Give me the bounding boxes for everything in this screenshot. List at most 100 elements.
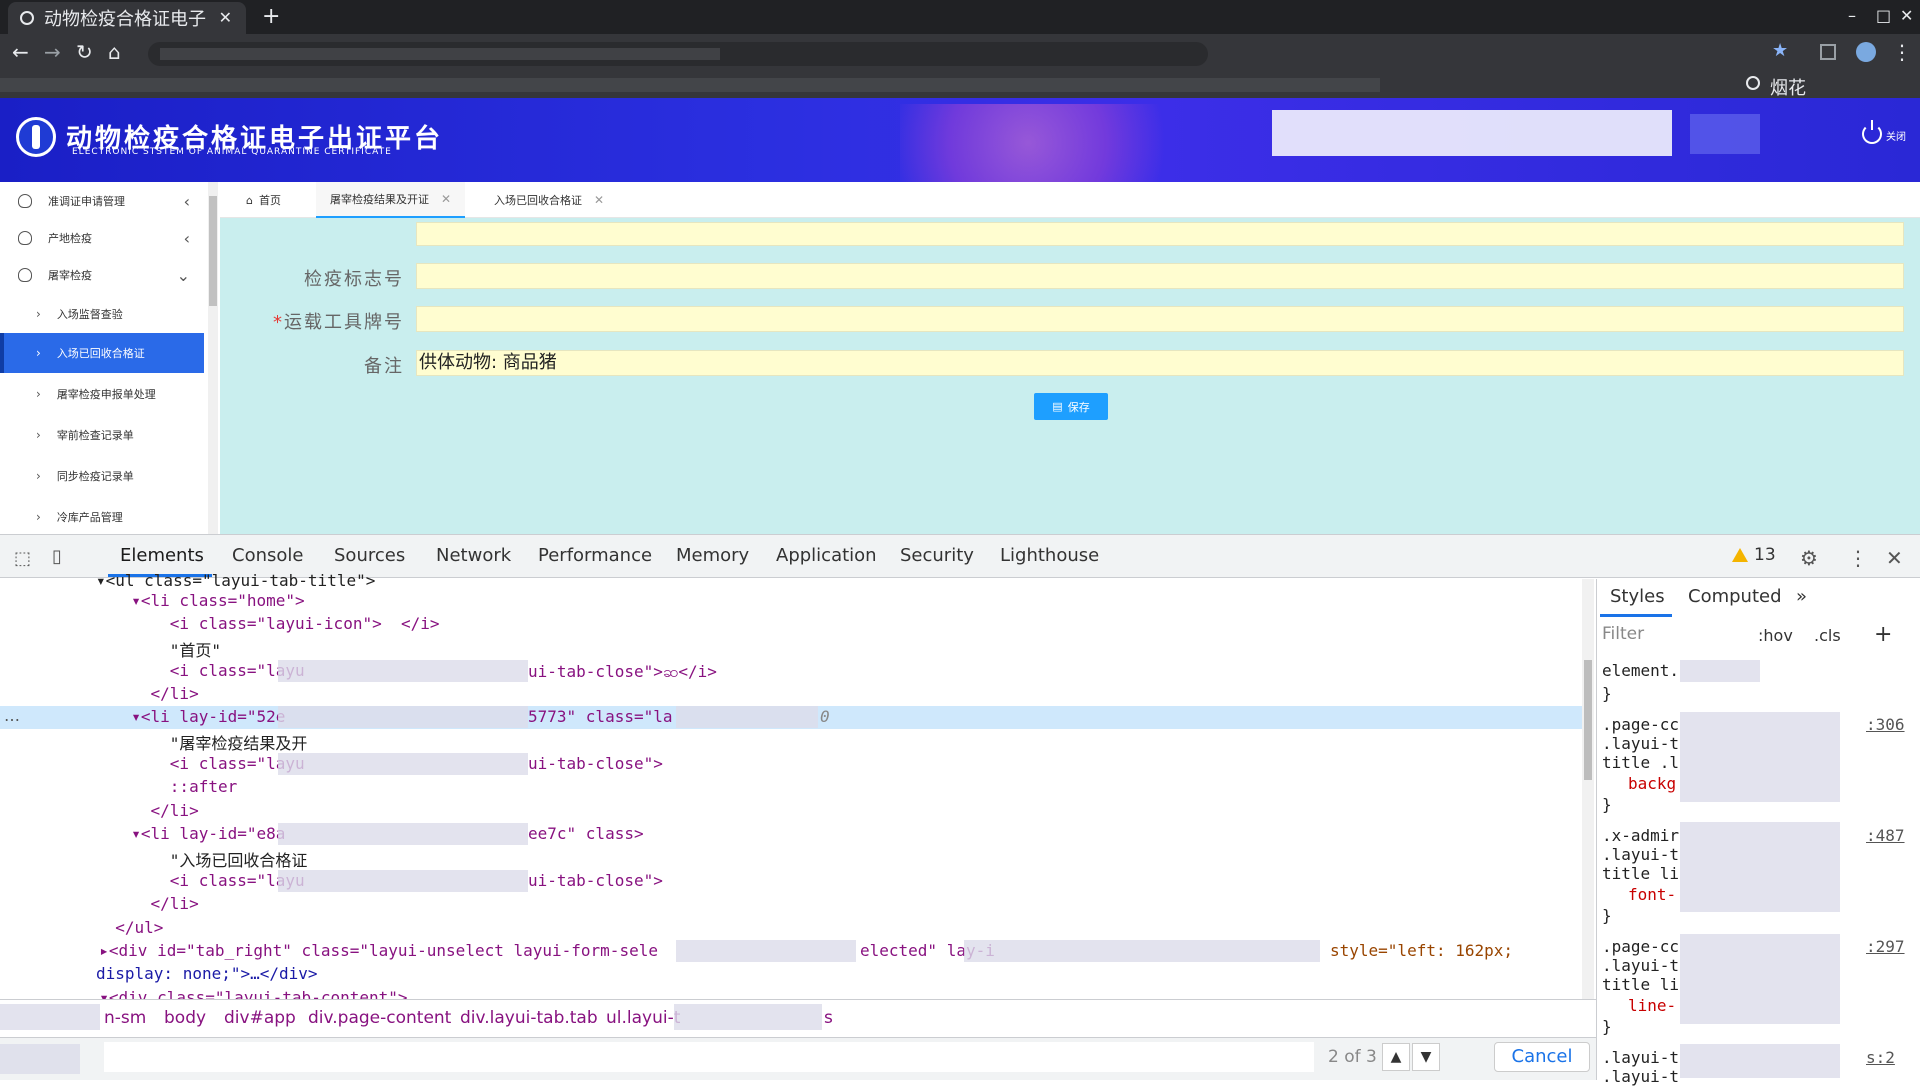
browser-tab[interactable]: 动物检疫合格证电子 ✕ xyxy=(8,2,246,34)
tab-recycled-certificates[interactable]: 入场已回收合格证 ✕ xyxy=(480,182,618,218)
breadcrumb-item[interactable]: n-sm xyxy=(104,1008,146,1028)
devtools-tab-elements[interactable]: Elements xyxy=(120,545,204,566)
style-line[interactable]: .layui-t xyxy=(1602,1048,1679,1067)
breadcrumb-item[interactable]: s xyxy=(824,1008,833,1028)
sidebar-group-permit[interactable]: 准调证申请管理 ‹ xyxy=(0,182,204,220)
devtools-tab-application[interactable]: Application xyxy=(776,545,877,566)
sidebar-item-entry-check[interactable]: › 入场监督查验 xyxy=(0,294,204,334)
warning-count[interactable]: 13 xyxy=(1754,545,1776,565)
find-input[interactable] xyxy=(104,1042,1314,1072)
code-line[interactable]: </ul> xyxy=(96,918,163,937)
breadcrumb-item[interactable]: div.page-content xyxy=(308,1008,451,1028)
node-menu-dots[interactable]: … xyxy=(4,706,20,725)
breadcrumb-item[interactable]: ul.layui-t xyxy=(606,1008,680,1028)
form-input-above[interactable] xyxy=(416,222,1904,246)
bookmark-yanhua[interactable]: 烟花 xyxy=(1770,74,1806,100)
styles-filter-input[interactable]: Filter xyxy=(1602,624,1742,650)
devtools-tab-console[interactable]: Console xyxy=(232,545,303,566)
inspect-element-icon[interactable]: ⬚ xyxy=(14,548,31,569)
home-icon[interactable]: ⌂ xyxy=(108,40,121,64)
tab-home[interactable]: ⌂ 首页 xyxy=(232,182,295,218)
devtools-tab-security[interactable]: Security xyxy=(900,545,974,566)
device-toggle-icon[interactable]: ▯ xyxy=(52,546,62,567)
code-line[interactable]: ▾<li class="home"> xyxy=(112,591,304,610)
style-line[interactable]: .x-admir xyxy=(1602,826,1679,845)
forward-icon[interactable]: → xyxy=(44,40,61,64)
code-line[interactable]: 5773" class="la xyxy=(528,707,673,726)
style-line[interactable]: .page-cc xyxy=(1602,715,1679,734)
new-rule-button[interactable]: + xyxy=(1874,622,1892,647)
code-line[interactable]: </li> xyxy=(112,894,199,913)
tab-slaughter-result[interactable]: 屠宰检疫结果及开证 ✕ xyxy=(316,182,466,218)
sidebar-item-declaration[interactable]: › 屠宰检疫申报单处理 xyxy=(0,374,204,414)
code-line[interactable]: <i class="layui-icon"> </i> xyxy=(112,614,440,633)
devtools-tab-performance[interactable]: Performance xyxy=(538,545,652,566)
devtools-close-icon[interactable]: ✕ xyxy=(1886,546,1903,570)
tab-close-icon[interactable]: ✕ xyxy=(594,193,604,207)
style-line[interactable]: title li xyxy=(1602,864,1679,883)
back-icon[interactable]: ← xyxy=(12,40,29,64)
code-line[interactable]: <i class="layu xyxy=(112,661,305,680)
find-next-button[interactable]: ▼ xyxy=(1412,1043,1440,1071)
breadcrumb-item[interactable]: div#app xyxy=(224,1008,296,1028)
vehicle-plate-input[interactable] xyxy=(416,306,1904,332)
save-button[interactable]: ▤ 保存 xyxy=(1034,393,1108,420)
style-line[interactable]: backg xyxy=(1628,774,1676,793)
code-line[interactable]: <i class="layu xyxy=(112,754,305,773)
devtools-tab-lighthouse[interactable]: Lighthouse xyxy=(1000,545,1099,566)
profile-avatar[interactable] xyxy=(1856,42,1876,62)
code-line[interactable]: ::after xyxy=(112,777,237,796)
style-line[interactable]: .layui-t xyxy=(1602,1067,1679,1086)
style-line[interactable]: title li xyxy=(1602,975,1679,994)
new-tab-button[interactable]: + xyxy=(262,4,280,29)
sidebar-item-sync-record[interactable]: › 同步检疫记录单 xyxy=(0,456,204,496)
code-line[interactable]: ▾<li lay-id="52e xyxy=(112,707,285,726)
elements-scroll-thumb[interactable] xyxy=(1584,660,1592,780)
code-line[interactable]: ▸<div id="tab_right" class="layui-unsele… xyxy=(80,941,658,960)
sidebar-item-recycled-certificates[interactable]: › 入场已回收合格证 xyxy=(0,333,204,373)
code-line[interactable]: display: none;">…</div> xyxy=(96,964,318,983)
quarantine-mark-input[interactable] xyxy=(416,263,1904,289)
style-line[interactable]: line- xyxy=(1628,996,1676,1015)
tab-close-icon[interactable]: ✕ xyxy=(219,8,232,27)
styles-tab[interactable]: Styles xyxy=(1610,586,1665,607)
breadcrumb-item[interactable]: body xyxy=(164,1008,206,1028)
style-line[interactable]: .layui-t xyxy=(1602,956,1679,975)
extension-icon[interactable] xyxy=(1820,44,1836,60)
bookmark-star-icon[interactable]: ★ xyxy=(1772,40,1788,61)
cls-toggle[interactable]: .cls xyxy=(1814,626,1841,645)
style-line[interactable]: title .l xyxy=(1602,753,1679,772)
code-line[interactable]: style="left: 162px; xyxy=(1330,941,1513,960)
warning-icon[interactable] xyxy=(1732,548,1748,562)
style-line[interactable]: font- xyxy=(1628,885,1676,904)
code-line[interactable]: ee7c" class> xyxy=(528,824,644,843)
style-line[interactable]: .layui-t xyxy=(1602,734,1679,753)
find-previous-button[interactable]: ▲ xyxy=(1382,1043,1410,1071)
code-line[interactable]: "屠宰检疫结果及开 xyxy=(112,730,308,754)
devtools-tab-memory[interactable]: Memory xyxy=(676,545,749,566)
style-source-link[interactable]: s:2 xyxy=(1866,1048,1895,1067)
style-line[interactable]: .page-cc xyxy=(1602,937,1679,956)
breadcrumb-item[interactable]: div.layui-tab.tab xyxy=(460,1008,598,1028)
reload-icon[interactable]: ↻ xyxy=(76,40,93,64)
sidebar-group-origin[interactable]: 产地检疫 ‹ xyxy=(0,219,204,257)
style-source-link[interactable]: :487 xyxy=(1866,826,1905,845)
minimize-button[interactable]: – xyxy=(1848,6,1856,25)
code-line[interactable]: ui-tab-close">ဆ</i> xyxy=(528,661,717,685)
code-line[interactable]: "首页" xyxy=(112,637,221,661)
close-window-button[interactable]: ✕ xyxy=(1900,6,1913,25)
code-line[interactable]: </li> xyxy=(112,801,199,820)
power-icon[interactable] xyxy=(1862,120,1882,144)
find-cancel-button[interactable]: Cancel xyxy=(1494,1042,1590,1072)
sidebar-group-slaughter[interactable]: 屠宰检疫 ⌄ xyxy=(0,256,204,294)
style-line[interactable]: .layui-t xyxy=(1602,845,1679,864)
code-line[interactable]: <i class="layu xyxy=(112,871,305,890)
style-line[interactable]: element. xyxy=(1602,661,1679,680)
devtools-menu-icon[interactable]: ⋮ xyxy=(1848,546,1868,570)
code-line[interactable]: </li> xyxy=(112,684,199,703)
devtools-tab-network[interactable]: Network xyxy=(436,545,511,566)
maximize-button[interactable]: □ xyxy=(1876,6,1891,25)
style-source-link[interactable]: :306 xyxy=(1866,715,1905,734)
devtools-tab-sources[interactable]: Sources xyxy=(334,545,405,566)
code-line[interactable]: ui-tab-close"> xyxy=(528,754,663,773)
